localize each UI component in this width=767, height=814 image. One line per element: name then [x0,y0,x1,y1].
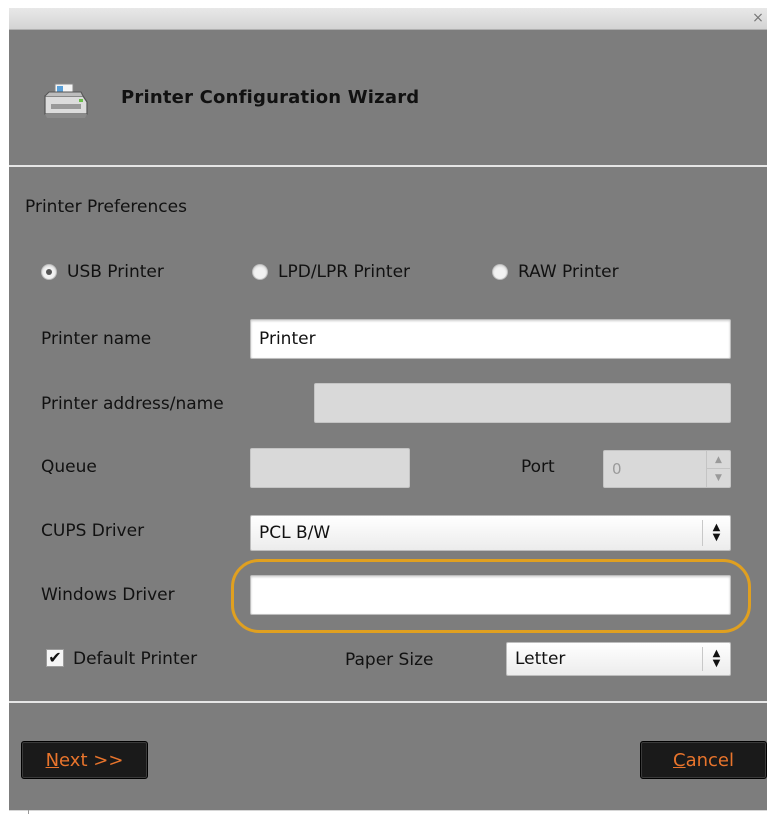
window-bottom-edge [9,810,767,811]
next-accel-key: N [45,749,60,771]
wizard-header: Printer Configuration Wizard [9,30,767,165]
printer-address-input[interactable] [315,384,730,422]
radio-usb-printer[interactable]: USB Printer [41,262,164,282]
window-edge-tick [28,810,29,814]
updown-arrows-icon: ▲ ▼ [702,647,730,671]
radio-selected-icon[interactable] [41,264,57,280]
radio-label: USB Printer [67,262,164,282]
header-divider [9,165,767,167]
wizard-title: Printer Configuration Wizard [121,87,420,108]
cancel-label: ancel [685,749,734,771]
section-title: Printer Preferences [25,197,187,217]
focus-highlight-ring [231,559,751,633]
paper-size-value: Letter [515,649,566,669]
window-titlebar: × [9,8,767,30]
default-printer-checkbox[interactable]: ✔ [46,649,64,667]
radio-unselected-icon[interactable] [492,264,508,280]
spin-down-icon[interactable]: ▼ [707,469,730,487]
cups-driver-label: CUPS Driver [41,521,145,541]
printer-icon [44,83,88,118]
port-spinner[interactable]: ▲ ▼ [603,450,731,488]
wizard-dialog: Printer Configuration Wizard Printer Pre… [9,30,767,810]
printer-name-field[interactable] [250,319,731,359]
paper-size-label: Paper Size [345,650,434,670]
queue-input[interactable] [251,449,409,487]
paper-size-select[interactable]: Letter ▲ ▼ [506,642,731,676]
radio-unselected-icon[interactable] [252,264,268,280]
windows-driver-label: Windows Driver [41,585,175,605]
footer-divider [9,701,767,703]
cancel-accel-key: C [673,749,686,771]
close-icon[interactable]: × [751,10,765,26]
cups-driver-select[interactable]: PCL B/W ▲ ▼ [250,515,731,551]
printer-address-field[interactable] [314,383,731,423]
cups-driver-value: PCL B/W [259,523,331,543]
radio-raw-printer[interactable]: RAW Printer [492,262,619,282]
printer-address-label: Printer address/name [41,394,224,414]
queue-field[interactable] [250,448,410,488]
radio-label: LPD/LPR Printer [278,262,411,282]
next-button[interactable]: Next >> [21,741,148,779]
next-label: ext >> [59,749,124,771]
port-label: Port [521,457,555,477]
spin-up-icon[interactable]: ▲ [707,451,730,469]
updown-arrows-icon: ▲ ▼ [702,520,730,546]
default-printer-label: Default Printer [73,649,198,669]
queue-label: Queue [41,457,97,477]
printer-name-input[interactable] [251,320,730,358]
radio-label: RAW Printer [518,262,619,282]
cancel-button[interactable]: Cancel [640,741,767,779]
port-spin-arrows[interactable]: ▲ ▼ [706,451,730,487]
printer-name-label: Printer name [41,329,152,349]
radio-lpd-printer[interactable]: LPD/LPR Printer [252,262,410,282]
